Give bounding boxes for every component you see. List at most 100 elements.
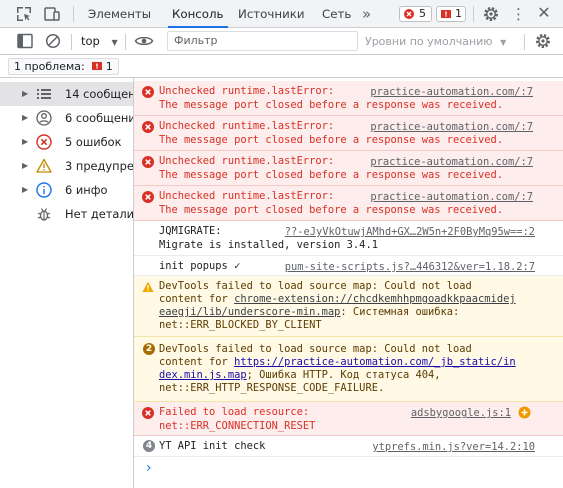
source-link[interactable]: practice-automation.com/:7 [370,121,533,133]
error-icon [142,156,154,168]
log-levels-label: Уровни по умолчанию [365,35,493,48]
console-error-message: Unchecked runtime.lastError: practice-au… [134,81,563,116]
message-text: Unchecked runtime.lastError: [159,85,335,97]
console-log-message: init popups ✓ pum-site-scripts.js?…44631… [134,256,563,276]
source-map-link[interactable]: eaegji/lib/underscore-min.map [159,306,340,318]
sidebar-item-label: 6 инфо [65,183,108,197]
more-tabs-icon[interactable]: » [362,0,371,28]
message-text: The message port closed before a respons… [159,99,504,111]
source-link[interactable]: ??-eJyVkOtuwjAMhd+GX…2W5n+2F0ByMq95w==:2 [285,226,535,238]
tab-elements[interactable]: Элементы [88,0,151,28]
tab-network[interactable]: Сеть [322,0,351,28]
console-error-message: Unchecked runtime.lastError: practice-au… [134,186,563,221]
error-icon [36,134,52,150]
issues-button[interactable]: 1 проблема: 1 [8,58,119,75]
expand-arrow-icon[interactable]: ▶ [22,82,28,106]
message-text: DevTools failed to load source map: Coul… [159,343,472,355]
message-text: net::ERR_CONNECTION_RESET [159,420,316,432]
console-messages: Unchecked runtime.lastError: practice-au… [134,78,563,488]
message-text: The message port closed before a respons… [159,204,504,216]
source-map-link[interactable]: dex.min.js.map [159,369,247,381]
device-toolbar-icon[interactable] [43,5,61,23]
console-warning-message: 2 DevTools failed to load source map: Co… [134,337,563,402]
console-prompt[interactable]: › [146,458,556,478]
message-text: content for [159,356,235,368]
sidebar-item-messages[interactable]: ▶ 14 сообщений [0,82,133,106]
message-text: The message port closed before a respons… [159,169,504,181]
chevron-down-icon: ▼ [500,38,507,47]
sidebar-item-warnings[interactable]: ▶ 3 предупреждения [0,154,133,178]
user-icon [36,110,52,126]
sidebar-item-user-messages[interactable]: ▶ 6 сообщений пользователя [0,106,133,130]
error-icon [142,191,154,203]
source-link[interactable]: practice-automation.com/:7 [370,156,533,168]
repeat-count-badge: 2 [143,343,155,355]
issue-flag-icon [441,10,451,18]
source-map-link[interactable]: chrome-extension://chcdkemhhpmgoadkkpaac… [234,293,516,305]
context-selector[interactable]: top ▼ [81,28,118,55]
message-text: init popups ✓ [159,260,241,272]
sidebar-item-label: Нет детализации [65,207,133,221]
devtools-tabbar: Элементы Консоль Источники Сеть » 5 1 ⋮ … [0,0,563,28]
sidebar-item-info[interactable]: ▶ 6 инфо [0,178,133,202]
issues-bar-count: 1 [105,60,113,73]
toggle-sidebar-icon[interactable] [16,32,34,50]
message-text: The message port closed before a respons… [159,134,504,146]
issues-label: 1 проблема: [14,60,85,73]
bug-icon [37,208,51,221]
warning-icon [36,158,52,173]
expand-arrow-icon[interactable]: ▶ [22,178,28,202]
error-icon [142,407,154,419]
expand-arrow-icon[interactable]: ▶ [22,106,28,130]
sidebar-item-label: 5 ошибок [65,135,122,149]
source-link[interactable]: practice-automation.com/:7 [370,86,533,98]
warning-icon [142,281,154,292]
console-error-message: Unchecked runtime.lastError: practice-au… [134,151,563,186]
close-devtools-icon[interactable]: ✕ [535,3,553,23]
message-text: net::ERR_BLOCKED_BY_CLIENT [159,319,322,331]
sidebar-item-errors[interactable]: ▶ 5 ошибок [0,130,133,154]
message-text: ; Ошибка HTTP. Код статуса 404, [246,369,441,381]
source-link[interactable]: pum-site-scripts.js?…446312&ver=1.18.2:7 [285,261,535,273]
info-icon [36,182,52,198]
error-icon [404,9,414,19]
live-expression-eye-icon[interactable] [134,32,154,50]
console-error-message: Unchecked runtime.lastError: practice-au… [134,116,563,151]
message-text: : Системная ошибка: [340,306,460,318]
tab-sources[interactable]: Источники [238,0,305,28]
message-text: Unchecked runtime.lastError: [159,155,335,167]
context-value: top [81,34,100,48]
issues-counter[interactable]: 1 [436,6,466,22]
sidebar-item-label: 14 сообщений [65,87,133,101]
error-icon [142,86,154,98]
message-text: net::ERR_HTTP_RESPONSE_CODE_FAILURE. [159,382,385,394]
sidebar-item-verbose[interactable]: Нет детализации [0,202,133,226]
more-options-icon[interactable]: ⋮ [511,4,526,24]
errors-counter[interactable]: 5 [399,6,432,22]
source-link[interactable]: adsbygoogle.js:1 [411,407,511,419]
filter-input[interactable]: Фильтр [167,31,358,51]
source-link[interactable]: practice-automation.com/:7 [370,191,533,203]
log-levels-dropdown[interactable]: Уровни по умолчанию ▼ [365,28,506,55]
settings-gear-icon[interactable] [482,5,500,23]
tab-console[interactable]: Консоль [168,0,228,28]
issues-bar: 1 проблема: 1 [0,55,563,78]
expand-arrow-icon[interactable]: ▶ [22,130,28,154]
message-text: JQMIGRATE: [159,225,222,237]
source-link[interactable]: ytprefs.min.js?ver=14.2:10 [372,441,535,453]
network-request-icon[interactable] [518,406,531,419]
source-map-link[interactable]: https://practice-automation.com/_jb_stat… [234,356,516,368]
clear-console-icon[interactable] [44,32,62,50]
inspect-element-icon[interactable] [15,5,33,23]
issues-count: 1 [455,7,462,20]
list-icon [37,89,51,99]
message-text: Failed to load resource: [159,406,310,418]
message-text: Migrate is installed, version 3.4.1 [159,239,378,251]
expand-arrow-icon[interactable]: ▶ [22,154,28,178]
chevron-down-icon: ▼ [111,38,118,47]
message-text: content for [159,293,235,305]
prompt-chevron-icon: › [146,460,152,476]
console-settings-gear-icon[interactable] [534,32,552,50]
error-icon [142,121,154,133]
sidebar-item-label: 6 сообщений пользователя [65,111,133,125]
